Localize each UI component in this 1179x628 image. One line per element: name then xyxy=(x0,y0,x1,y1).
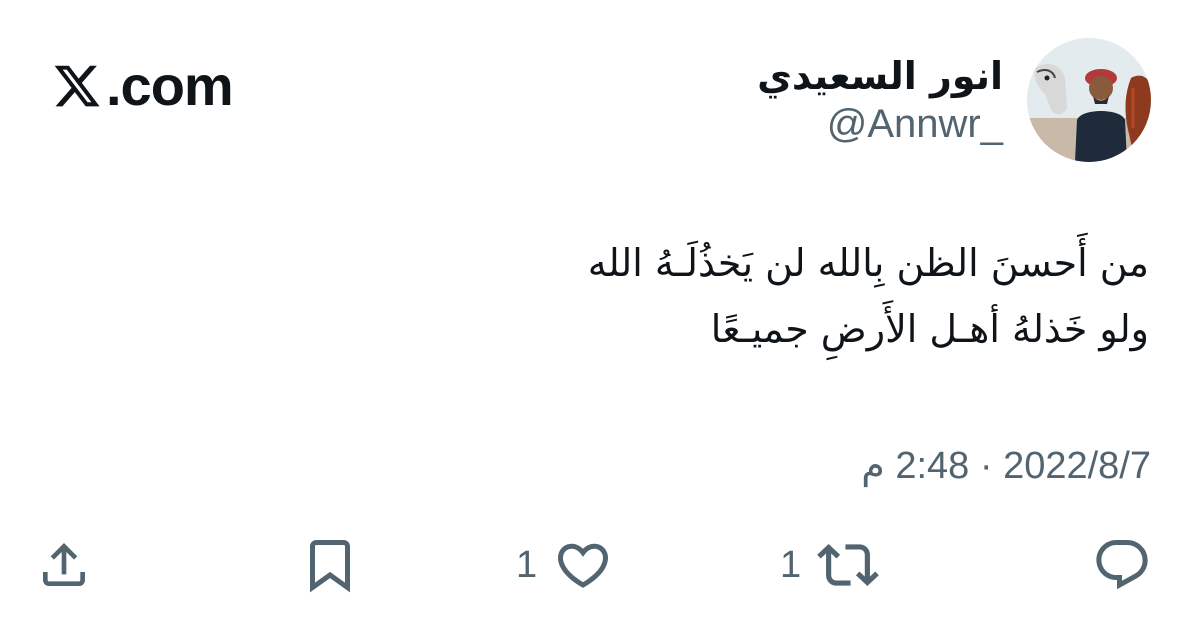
brand-logo: .com xyxy=(50,54,234,118)
like-count: 1 xyxy=(516,543,538,586)
action-bar: 1 1 xyxy=(0,530,1179,600)
retweet-icon xyxy=(817,544,879,586)
brand-domain: .com xyxy=(106,54,234,117)
heart-icon xyxy=(558,543,609,588)
tweet-line: من أَحسنَ الظن بِالله لن يَخذُلَـهُ الله xyxy=(587,241,1149,285)
tweet-line: ولو خَذلهُ أهـل الأَرضِ جميـعًا xyxy=(710,307,1149,351)
like-button[interactable]: 1 xyxy=(516,530,613,600)
share-button[interactable] xyxy=(36,530,92,600)
share-icon xyxy=(43,543,85,586)
retweet-button[interactable]: 1 xyxy=(780,530,879,600)
author-info: انور السعيدي @Annwr_ xyxy=(757,52,1003,148)
bookmark-button[interactable] xyxy=(300,530,360,600)
reply-icon xyxy=(1096,540,1148,590)
author-handle[interactable]: @Annwr_ xyxy=(757,100,1003,148)
author-display-name[interactable]: انور السعيدي xyxy=(757,52,1003,100)
avatar[interactable] xyxy=(1027,38,1151,162)
tweet-timestamp[interactable]: 2022/8/7 · 2:48 م xyxy=(861,442,1151,490)
bookmark-icon xyxy=(310,540,350,593)
tweet-text: من أَحسنَ الظن بِالله لن يَخذُلَـهُ الله… xyxy=(449,230,1149,362)
x-logo-icon xyxy=(54,65,100,107)
retweet-count: 1 xyxy=(780,543,802,586)
reply-button[interactable] xyxy=(1092,530,1152,600)
avatar-photo xyxy=(1027,38,1151,162)
